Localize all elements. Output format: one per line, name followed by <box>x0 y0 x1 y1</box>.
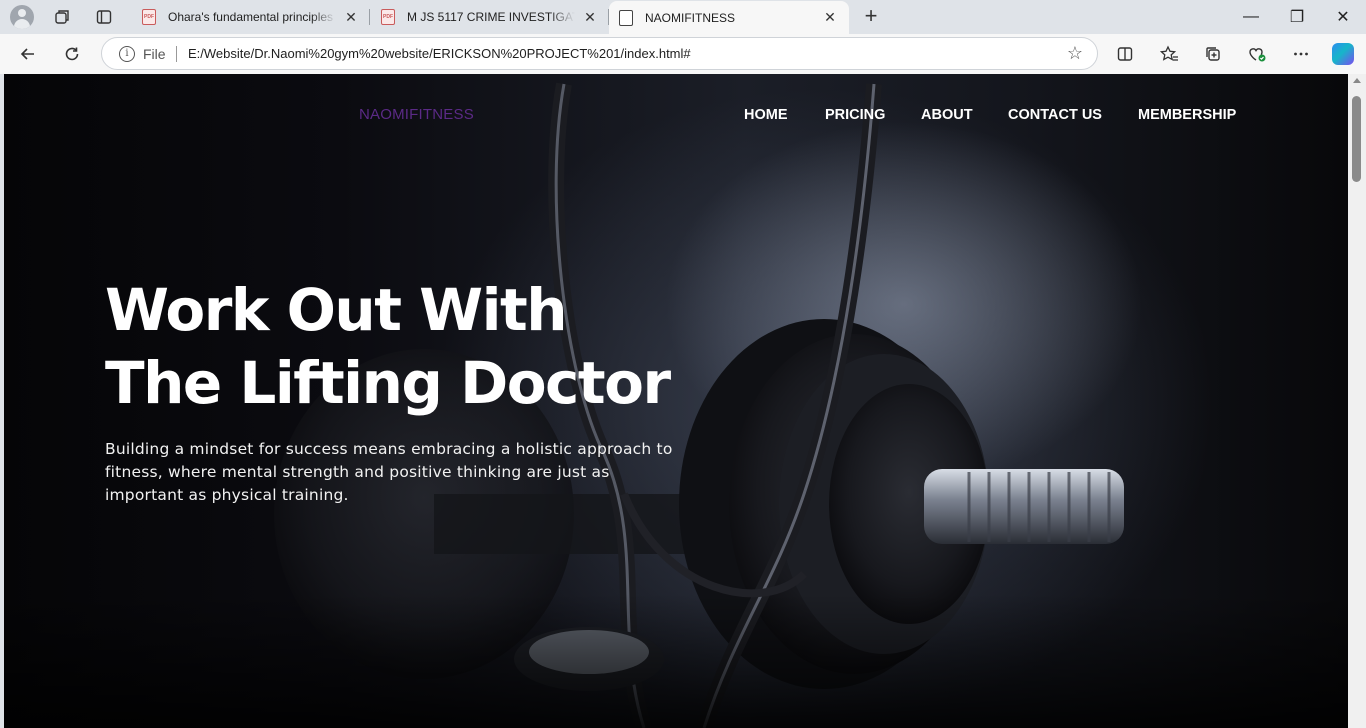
workspaces-icon[interactable] <box>48 4 76 30</box>
page-icon <box>619 9 633 26</box>
tab-strip: Ohara's fundamental principles of C ✕ M … <box>0 0 1366 34</box>
page-viewport: NAOMIFITNESS HOME PRICING ABOUT CONTACT … <box>4 74 1348 728</box>
pdf-icon <box>381 9 395 25</box>
minimize-button[interactable]: — <box>1228 0 1274 34</box>
performance-icon[interactable] <box>1244 42 1270 66</box>
reload-button[interactable] <box>57 40 87 68</box>
address-bar[interactable]: i File E:/Website/Dr.Naomi%20gym%20websi… <box>101 37 1098 70</box>
site-logo[interactable]: NAOMIFITNESS <box>359 106 474 123</box>
nav-pricing[interactable]: PRICING <box>825 107 885 123</box>
nav-contact-us[interactable]: CONTACT US <box>1008 107 1102 123</box>
profile-button[interactable] <box>8 4 36 30</box>
tab-pdf-principles[interactable]: Ohara's fundamental principles of C ✕ <box>132 2 370 32</box>
divider <box>176 46 177 62</box>
tab-title: NAOMIFITNESS <box>645 10 736 25</box>
maximize-button[interactable]: ❐ <box>1274 0 1320 34</box>
page-scrollbar[interactable] <box>1348 74 1366 728</box>
close-icon[interactable]: ✕ <box>342 9 360 26</box>
copilot-icon[interactable] <box>1330 42 1356 66</box>
close-icon[interactable]: ✕ <box>581 9 599 26</box>
url-text[interactable]: E:/Website/Dr.Naomi%20gym%20website/ERIC… <box>188 46 691 61</box>
hero-headline-line-2: The Lifting Doctor <box>105 349 671 417</box>
back-button[interactable] <box>13 40 43 68</box>
hero-headline: Work Out With The Lifting Doctor <box>105 274 671 420</box>
tab-title: M JS 5117 CRIME INVESTIGATION <box>407 10 575 24</box>
pdf-icon <box>142 9 156 25</box>
info-icon[interactable]: i <box>119 46 135 62</box>
collections-icon[interactable] <box>1200 42 1226 66</box>
hero-headline-line-1: Work Out With <box>105 276 568 344</box>
tab-pdf-crime[interactable]: M JS 5117 CRIME INVESTIGATION ✕ <box>371 2 609 32</box>
avatar <box>10 5 34 29</box>
file-scheme-label: File <box>143 46 166 62</box>
split-screen-icon[interactable] <box>1112 42 1138 66</box>
favorites-icon[interactable] <box>1156 42 1182 66</box>
nav-home[interactable]: HOME <box>744 107 788 123</box>
nav-membership[interactable]: MEMBERSHIP <box>1138 107 1236 123</box>
browser-toolbar: i File E:/Website/Dr.Naomi%20gym%20websi… <box>0 34 1366 74</box>
tab-naomifitness[interactable]: NAOMIFITNESS ✕ <box>609 1 849 34</box>
scrollbar-thumb[interactable] <box>1352 96 1361 182</box>
scroll-up-arrow-icon[interactable] <box>1353 78 1361 83</box>
tab-title: Ohara's fundamental principles of C <box>168 10 336 24</box>
more-options-icon[interactable] <box>1288 42 1314 66</box>
close-icon[interactable]: ✕ <box>821 9 839 26</box>
star-icon[interactable]: ☆ <box>1067 43 1083 64</box>
new-tab-button[interactable]: + <box>858 4 884 30</box>
close-window-button[interactable]: ✕ <box>1320 0 1366 34</box>
hero-subtext: Building a mindset for success means emb… <box>105 440 673 504</box>
nav-about[interactable]: ABOUT <box>921 107 973 123</box>
tab-actions-icon[interactable] <box>90 4 118 30</box>
